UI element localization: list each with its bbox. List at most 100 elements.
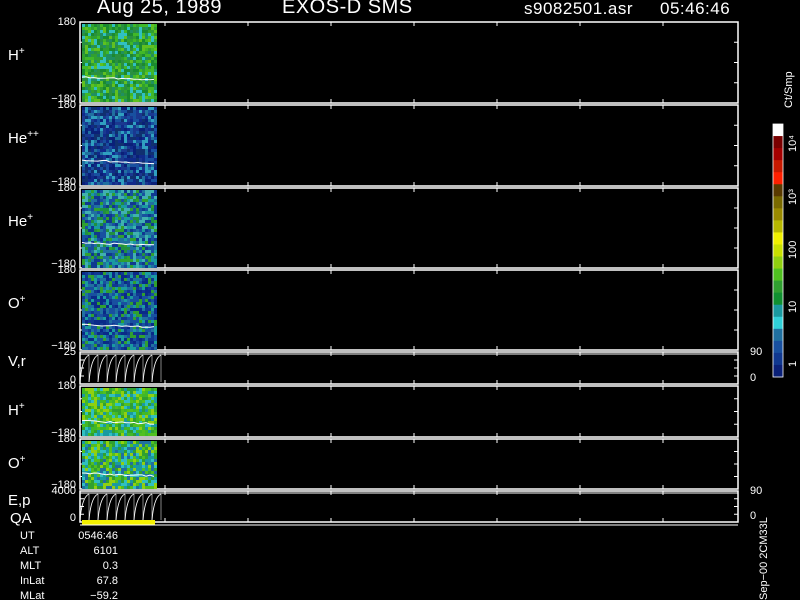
spectrogram-pixel (139, 220, 142, 223)
spectrogram-pixel (127, 30, 130, 33)
spectrogram-pixel (91, 36, 94, 39)
spectrogram-pixel (91, 335, 94, 338)
spectrogram-pixel (94, 42, 97, 45)
spectrogram-pixel (82, 477, 85, 480)
spectrogram-pixel (115, 320, 118, 323)
spectrogram-pixel (94, 308, 97, 311)
spectrogram-pixel (130, 208, 133, 211)
spectrogram-pixel (136, 323, 139, 326)
spectrogram-pixel (97, 30, 100, 33)
spectrogram-pixel (136, 199, 139, 202)
spectrogram-pixel (103, 281, 106, 284)
spectrogram-pixel (82, 462, 85, 465)
spectrogram-pixel (97, 72, 100, 75)
spectrogram-pixel (118, 471, 121, 474)
spectrogram-pixel (148, 152, 151, 155)
spectrogram-pixel (130, 199, 133, 202)
spectrogram-pixel (103, 462, 106, 465)
spectrogram-pixel (148, 131, 151, 134)
spectrogram-pixel (106, 170, 109, 173)
spectrogram-pixel (154, 30, 157, 33)
spectrogram-pixel (154, 96, 157, 99)
spectrogram-pixel (124, 287, 127, 290)
spectrogram-pixel (148, 182, 151, 185)
spectrogram-pixel (109, 259, 112, 262)
spectrogram-pixel (130, 344, 133, 347)
spectrogram-pixel (142, 403, 145, 406)
colorbar-swatch (773, 352, 783, 366)
spectrogram-pixel (136, 272, 139, 275)
spectrogram-pixel (127, 459, 130, 462)
spectrogram-pixel (100, 453, 103, 456)
spectrogram-pixel (118, 305, 121, 308)
spectrogram-pixel (121, 149, 124, 152)
spectrogram-pixel (112, 122, 115, 125)
spectrogram-pixel (121, 480, 124, 483)
spectrogram-pixel (115, 140, 118, 143)
spectrogram-pixel (121, 299, 124, 302)
spectrogram-pixel (112, 335, 115, 338)
spectrogram-pixel (106, 247, 109, 250)
spectrogram-pixel (124, 63, 127, 66)
spectrogram-pixel (88, 284, 91, 287)
spectrogram-pixel (103, 93, 106, 96)
spectrogram-pixel (130, 48, 133, 51)
spectrogram-pixel (130, 202, 133, 205)
spectrogram-pixel (124, 199, 127, 202)
spectrogram-pixel (100, 220, 103, 223)
spectrogram-pixel (103, 262, 106, 265)
spectrogram-pixel (91, 143, 94, 146)
spectrogram-pixel (109, 229, 112, 232)
spectrogram-pixel (151, 388, 154, 391)
spectrogram-pixel (130, 302, 133, 305)
spectrogram-pixel (142, 311, 145, 314)
spectrogram-pixel (133, 415, 136, 418)
spectrogram-pixel (106, 447, 109, 450)
spectrogram-pixel (142, 347, 145, 350)
spectrogram-pixel (154, 320, 157, 323)
spectrogram-pixel (97, 462, 100, 465)
spectrogram-pixel (127, 223, 130, 226)
spectrogram-pixel (133, 57, 136, 60)
spectrogram-pixel (136, 75, 139, 78)
spectrogram-pixel (91, 110, 94, 113)
spectrogram-pixel (142, 214, 145, 217)
spectrogram-pixel (145, 196, 148, 199)
spectrogram-pixel (133, 110, 136, 113)
spectrogram-pixel (145, 134, 148, 137)
spectrogram-pixel (112, 60, 115, 63)
spectrogram-pixel (118, 394, 121, 397)
spectrogram-pixel (142, 54, 145, 57)
spectrogram-pixel (100, 232, 103, 235)
spectrogram-pixel (130, 155, 133, 158)
spectrogram-pixel (91, 256, 94, 259)
spectrogram-pixel (97, 57, 100, 60)
spectrogram-pixel (112, 223, 115, 226)
spectrogram-pixel (121, 278, 124, 281)
spectrogram-pixel (112, 412, 115, 415)
spectrogram-pixel (145, 253, 148, 256)
spectrogram-pixel (139, 459, 142, 462)
spectrogram-pixel (139, 202, 142, 205)
spectrogram-pixel (112, 272, 115, 275)
y-tick-label-top: 180 (57, 433, 76, 445)
spectrogram-pixel (112, 155, 115, 158)
spectrogram-pixel (82, 78, 85, 81)
spectrogram-pixel (121, 453, 124, 456)
spectrogram-pixel (151, 480, 154, 483)
spectrogram-pixel (103, 167, 106, 170)
spectrogram-pixel (82, 430, 85, 433)
spectrogram-pixel (91, 477, 94, 480)
spectrogram-pixel (121, 196, 124, 199)
spectrogram-pixel (148, 265, 151, 268)
spectrogram-pixel (145, 110, 148, 113)
spectrogram-pixel (154, 176, 157, 179)
spectrogram-pixel (142, 323, 145, 326)
spectrogram-pixel (112, 152, 115, 155)
spectrogram-pixel (82, 415, 85, 418)
spectrogram-pixel (154, 262, 157, 265)
spectrogram-pixel (82, 223, 85, 226)
spectrogram-pixel (139, 444, 142, 447)
spectrogram-pixel (130, 305, 133, 308)
spectrogram-pixel (130, 477, 133, 480)
